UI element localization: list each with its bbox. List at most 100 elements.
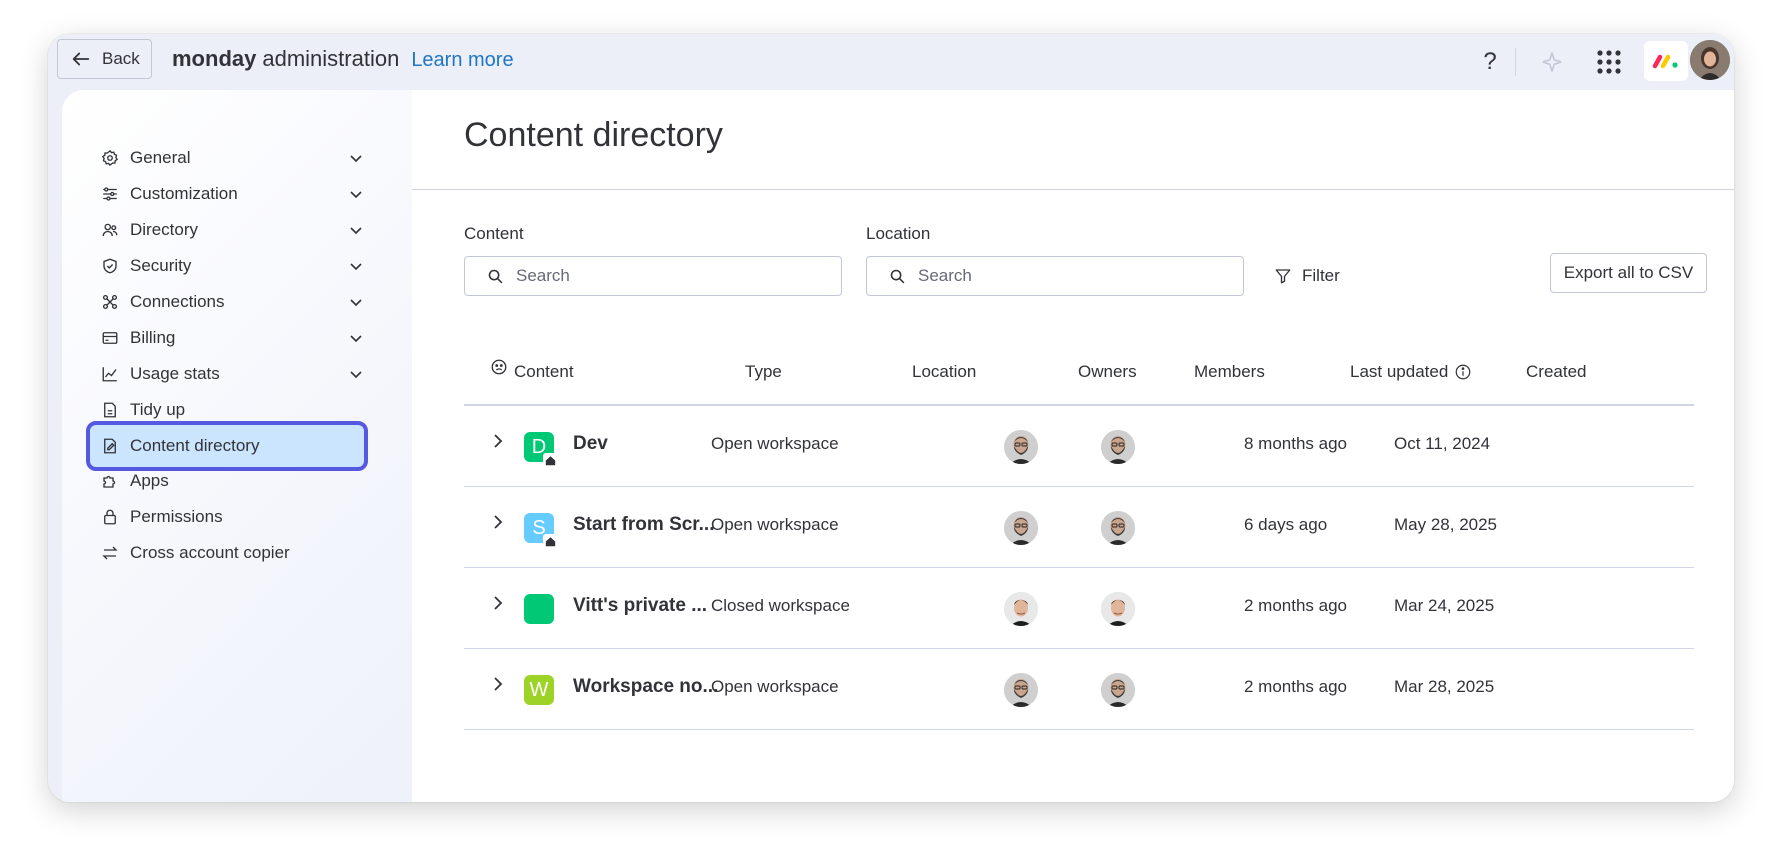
workspace-name[interactable]: Dev bbox=[573, 433, 608, 455]
header-label: Last updated bbox=[1350, 362, 1449, 381]
filter-label: Filter bbox=[1302, 266, 1340, 285]
top-bar: Back monday administration Learn more ? bbox=[48, 34, 1734, 90]
owner-avatar[interactable] bbox=[1004, 430, 1038, 464]
learn-more-link[interactable]: Learn more bbox=[411, 49, 513, 72]
brand-rest: administration bbox=[262, 46, 400, 71]
chevron-down-icon bbox=[350, 155, 362, 163]
sidebar-item-cross-account-copier[interactable]: Cross account copier bbox=[92, 535, 372, 571]
monday-logo-icon[interactable] bbox=[1644, 41, 1688, 81]
member-avatar[interactable] bbox=[1101, 511, 1135, 545]
members-column-header[interactable]: Members bbox=[1194, 362, 1265, 382]
sidebar-item-directory[interactable]: Directory bbox=[92, 212, 372, 248]
last-updated-cell: 2 months ago bbox=[1244, 677, 1348, 696]
top-divider bbox=[1515, 48, 1516, 76]
owner-avatar[interactable] bbox=[1004, 511, 1038, 545]
sidebar-item-label: Billing bbox=[130, 328, 176, 347]
app-window: Back monday administration Learn more ? bbox=[48, 34, 1734, 802]
filter-button[interactable]: Filter bbox=[1274, 260, 1340, 292]
content-field-label: Content bbox=[464, 224, 524, 243]
chevron-right-icon[interactable] bbox=[490, 432, 506, 450]
last-updated-cell: 2 months ago bbox=[1244, 596, 1348, 615]
brand-bold: monday bbox=[172, 46, 257, 71]
location-column-header[interactable]: Location bbox=[912, 362, 976, 382]
sidebar-item-usage-stats[interactable]: Usage stats bbox=[92, 356, 372, 392]
last-updated-column-header[interactable]: Last updated bbox=[1350, 362, 1472, 382]
sidebar-item-connections[interactable]: Connections bbox=[92, 284, 372, 320]
content-search-input[interactable]: Search bbox=[464, 256, 842, 296]
gear-icon bbox=[100, 148, 120, 168]
workspace-name[interactable]: Start from Scr... bbox=[573, 514, 715, 536]
created-cell: May 28, 2025 bbox=[1394, 515, 1498, 534]
member-avatar[interactable] bbox=[1101, 673, 1135, 707]
back-button[interactable]: Back bbox=[57, 39, 152, 79]
sidebar-item-general[interactable]: General bbox=[92, 140, 372, 176]
type-cell: Open workspace bbox=[711, 515, 839, 534]
chevron-down-icon bbox=[350, 299, 362, 307]
puzzle-icon bbox=[100, 471, 120, 491]
sidebar-item-security[interactable]: Security bbox=[92, 248, 372, 284]
workspace-icon: S bbox=[524, 513, 558, 549]
table-row[interactable]: D Dev Open workspace 8 months ago Oct 11, 20… bbox=[464, 406, 1694, 487]
member-avatar[interactable] bbox=[1101, 592, 1135, 626]
workspace-icon: D bbox=[524, 432, 558, 468]
sidebar-item-billing[interactable]: Billing bbox=[92, 320, 372, 356]
chevron-right-icon[interactable] bbox=[490, 513, 506, 531]
sidebar-item-label: Usage stats bbox=[130, 364, 220, 383]
sidebar-item-label: Connections bbox=[130, 292, 225, 311]
content-column-header[interactable]: Content bbox=[490, 359, 574, 382]
help-icon[interactable]: ? bbox=[1472, 44, 1508, 80]
page-title: Content directory bbox=[464, 116, 723, 154]
workspace-letter: W bbox=[529, 678, 549, 701]
chevron-right-icon[interactable] bbox=[490, 594, 506, 612]
sidebar-item-customization[interactable]: Customization bbox=[92, 176, 372, 212]
workspace-icon bbox=[524, 594, 554, 624]
owner-avatar[interactable] bbox=[1004, 673, 1038, 707]
swap-icon bbox=[100, 543, 120, 563]
table-row[interactable]: W Workspace no... Open workspace 2 months a… bbox=[464, 649, 1694, 730]
sidebar-item-apps[interactable]: Apps bbox=[92, 463, 372, 499]
sidebar-item-label: Permissions bbox=[130, 507, 223, 526]
home-icon bbox=[543, 451, 558, 468]
sidebar-item-label: Content directory bbox=[130, 436, 260, 455]
info-icon[interactable] bbox=[1454, 363, 1472, 381]
sidebar-item-label: Security bbox=[130, 256, 192, 275]
sidebar-item-label: Apps bbox=[130, 471, 169, 490]
workspace-name[interactable]: Vitt's private ... bbox=[573, 595, 707, 617]
owner-avatar[interactable] bbox=[1004, 592, 1038, 626]
table-row[interactable]: S Start from Scr... Open workspace 6 days a… bbox=[464, 487, 1694, 568]
main-content: Content directory Content Search Locatio… bbox=[412, 90, 1734, 802]
apps-grid-icon[interactable] bbox=[1591, 44, 1627, 80]
last-updated-cell: 6 days ago bbox=[1244, 515, 1328, 534]
chevron-down-icon bbox=[350, 263, 362, 271]
type-cell: Open workspace bbox=[711, 677, 839, 696]
search-icon bbox=[488, 269, 503, 283]
type-cell: Open workspace bbox=[711, 434, 839, 453]
sidebar-item-label: Cross account copier bbox=[130, 543, 290, 562]
sidebar: General Customization Directory Security… bbox=[62, 90, 412, 802]
created-column-header[interactable]: Created bbox=[1526, 362, 1586, 382]
connections-icon bbox=[100, 292, 120, 312]
sparkle-icon[interactable] bbox=[1534, 44, 1570, 80]
table-body: D Dev Open workspace 8 months ago Oct 11, 20… bbox=[464, 406, 1694, 730]
title-divider bbox=[412, 189, 1734, 190]
export-csv-button[interactable]: Export all to CSV bbox=[1550, 253, 1707, 293]
sidebar-item-label: Tidy up bbox=[130, 400, 186, 419]
content-table: Content Type Location Owners Members Las… bbox=[464, 342, 1694, 730]
chart-icon bbox=[100, 364, 120, 384]
table-row[interactable]: Vitt's private ... Closed workspace 2 mont… bbox=[464, 568, 1694, 649]
workspace-name[interactable]: Workspace no... bbox=[573, 676, 718, 698]
chevron-down-icon bbox=[350, 191, 362, 199]
type-column-header[interactable]: Type bbox=[745, 362, 782, 382]
type-cell: Closed workspace bbox=[711, 596, 850, 615]
home-icon bbox=[543, 532, 558, 549]
document-icon bbox=[100, 436, 120, 456]
member-avatar[interactable] bbox=[1101, 430, 1135, 464]
user-avatar[interactable] bbox=[1690, 40, 1730, 80]
brand-title: monday administration Learn more bbox=[172, 46, 514, 72]
owners-column-header[interactable]: Owners bbox=[1078, 362, 1137, 382]
location-search-input[interactable]: Search bbox=[866, 256, 1244, 296]
chevron-right-icon[interactable] bbox=[490, 675, 506, 693]
location-field-label: Location bbox=[866, 224, 931, 243]
sidebar-item-permissions[interactable]: Permissions bbox=[92, 499, 372, 535]
chevron-down-icon bbox=[350, 227, 362, 235]
